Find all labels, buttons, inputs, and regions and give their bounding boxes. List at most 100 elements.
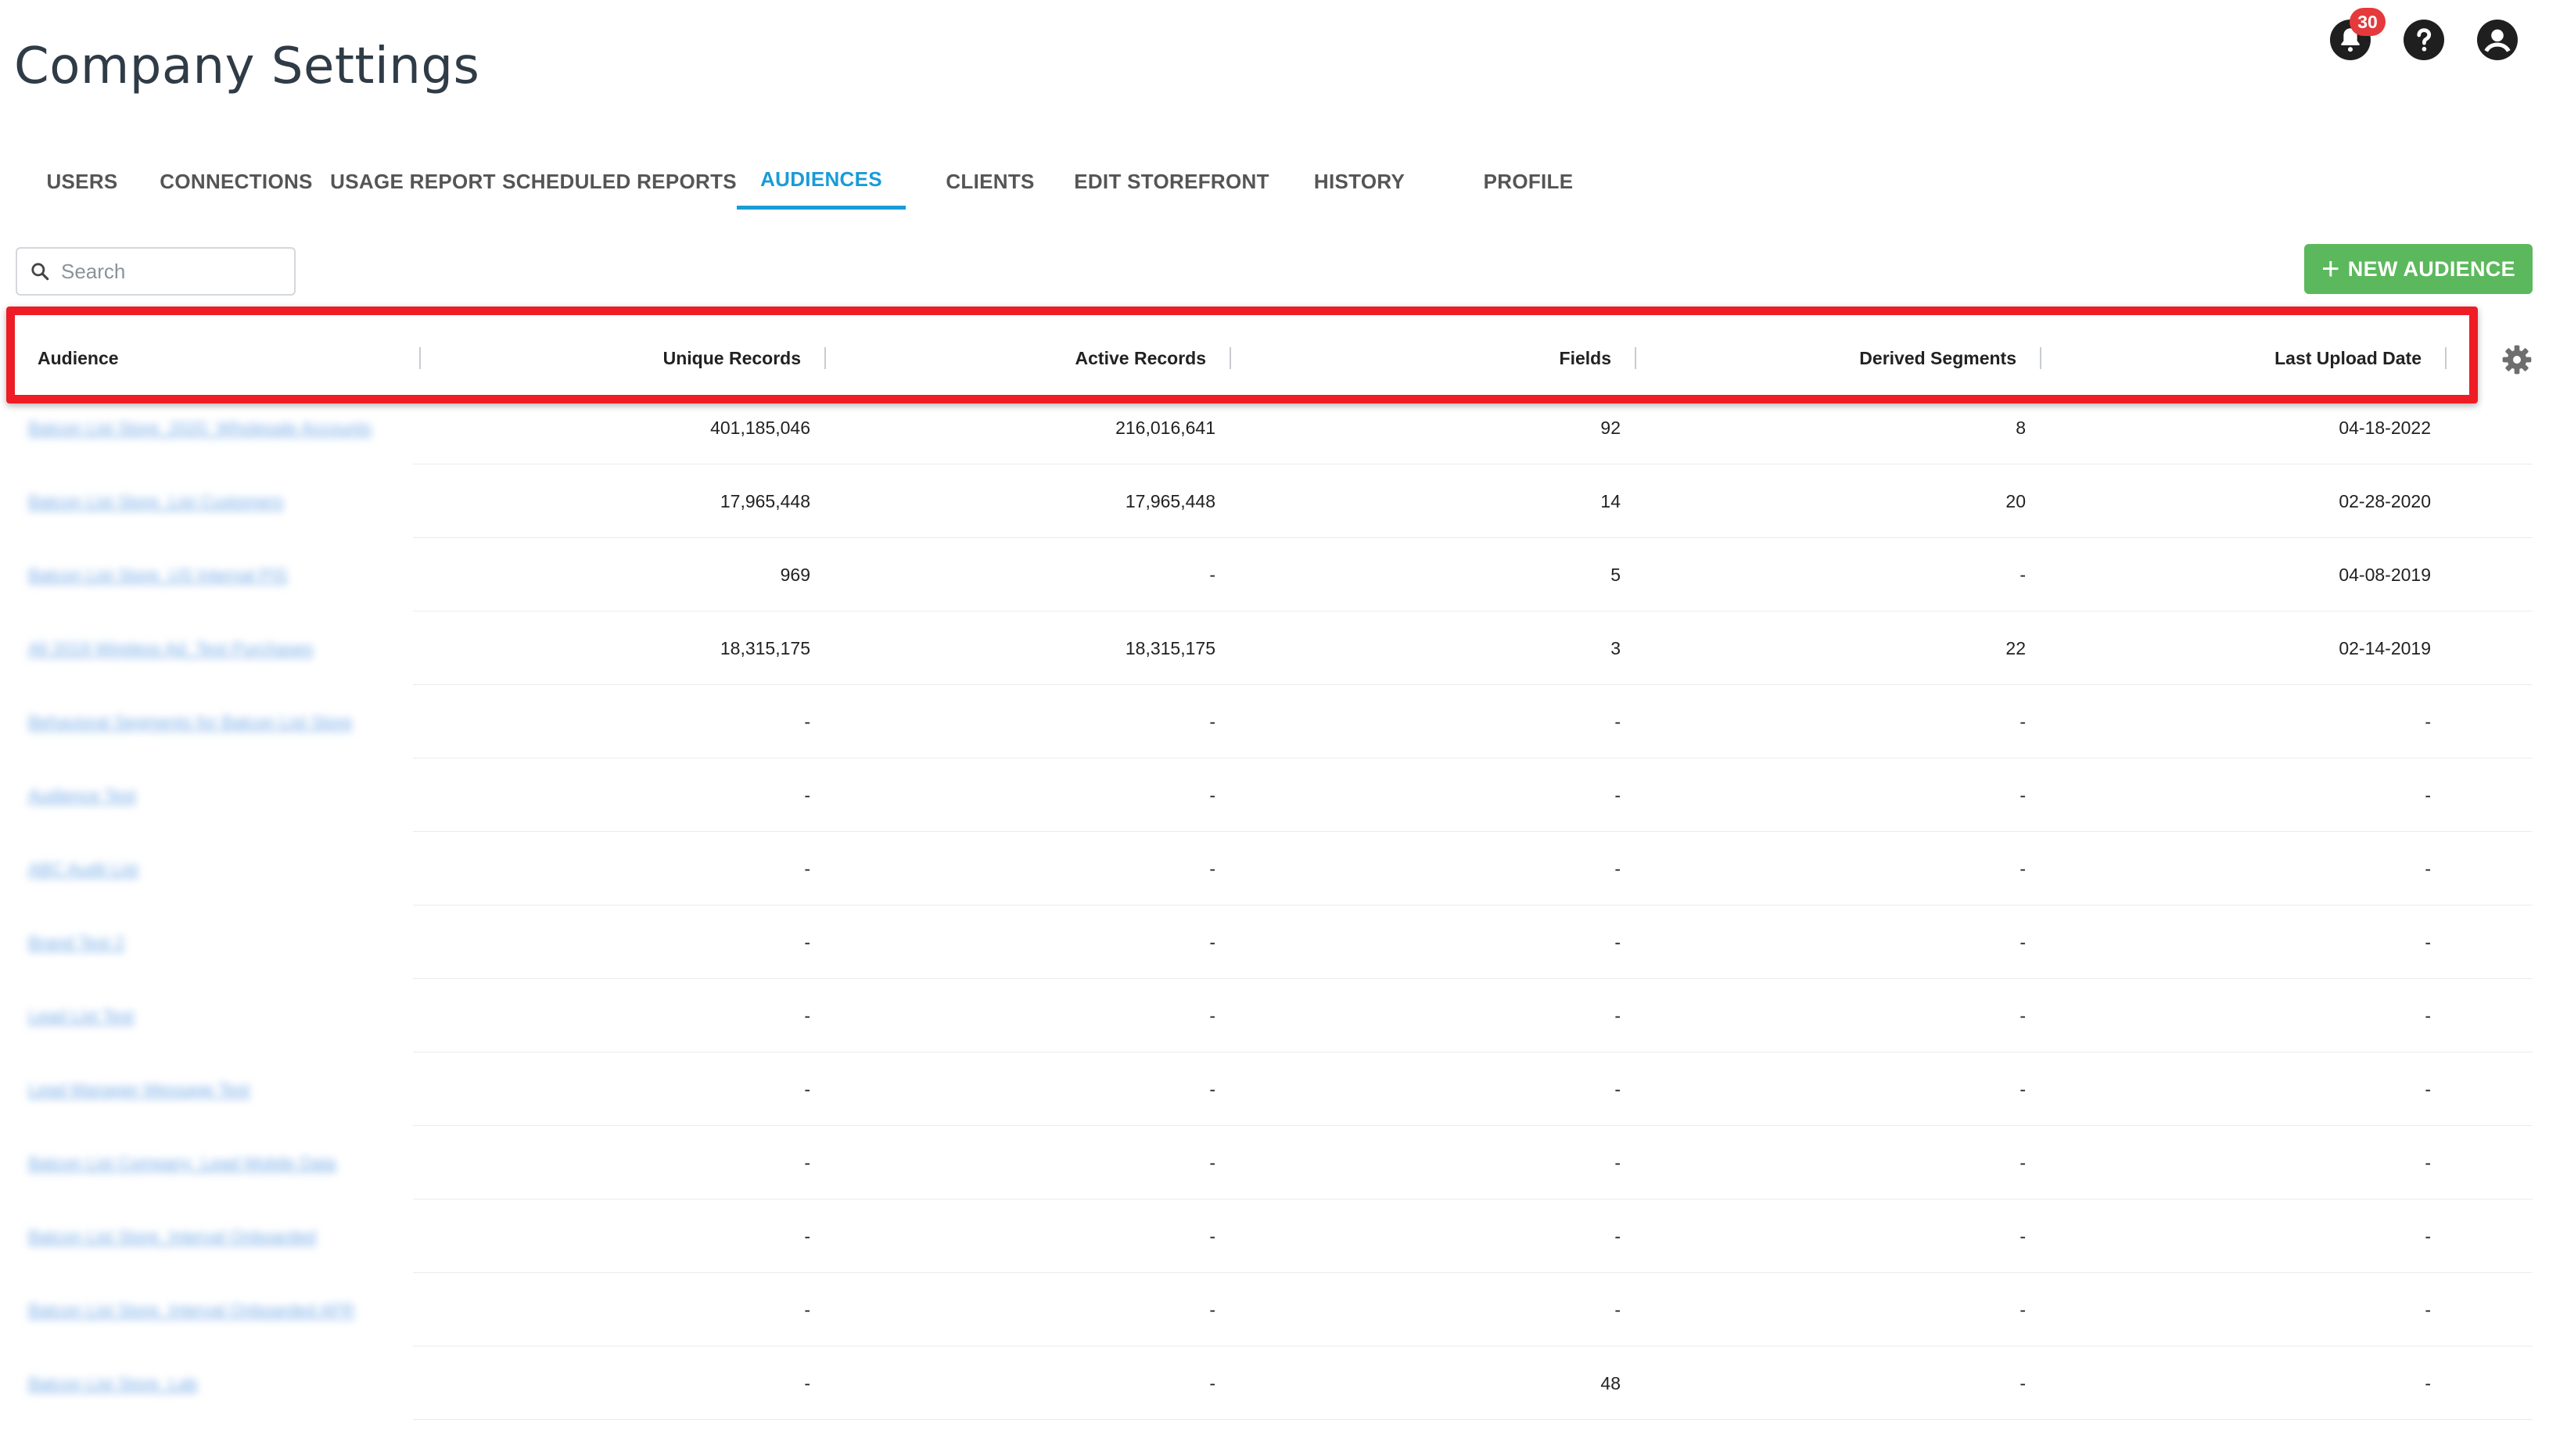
cell-fields: - [1614, 1225, 1621, 1246]
cell-derived: - [2019, 1372, 2026, 1393]
audience-link[interactable]: Batcon List Store_US Internal PIS [28, 565, 287, 585]
audience-link[interactable]: Lead Manager Message Test [28, 1080, 250, 1099]
table-row: Brand Test 2 - - - - - [16, 906, 2533, 979]
tab-clients[interactable]: CLIENTS [906, 153, 1075, 210]
audience-link[interactable]: ABC Audit List [28, 859, 138, 879]
cell-active: - [1209, 784, 1215, 805]
cell-derived: - [2019, 1078, 2026, 1099]
tab-connections[interactable]: CONNECTIONS [149, 153, 324, 210]
cell-unique: - [804, 711, 810, 732]
cell-fields: - [1614, 1299, 1621, 1320]
page-title: Company Settings [14, 38, 480, 95]
header-highlight-box [6, 307, 2478, 403]
cell-unique: 18,315,175 [720, 637, 810, 658]
audience-link[interactable]: Batcon List Store_2020_Wholesale Account… [28, 418, 372, 438]
cell-unique: 969 [780, 564, 810, 585]
cell-date: - [2425, 1225, 2431, 1246]
account-button[interactable] [2475, 17, 2520, 63]
table-row: Batcon List Store_Interval Onboarded AFR… [16, 1273, 2533, 1347]
cell-active: 17,965,448 [1125, 490, 1215, 511]
cell-active: - [1209, 1005, 1215, 1026]
tab-profile[interactable]: PROFILE [1450, 153, 1607, 210]
audience-link[interactable]: Batcon List Store_Interval Onboarded [28, 1227, 316, 1246]
table-row: Batcon List Store_Lab - - 48 - - [16, 1347, 2533, 1420]
cell-active: - [1209, 1078, 1215, 1099]
table-body: Batcon List Store_2020_Wholesale Account… [16, 391, 2533, 1420]
audience-name-cell: Audience Test [16, 785, 421, 806]
audience-name-cell: Batcon List Store_List Customers [16, 491, 421, 512]
audience-name-cell: Batcon List Store_2020_Wholesale Account… [16, 418, 421, 439]
table-row: Batcon List Store_US Internal PIS 969 - 5 - 0… [16, 538, 2533, 611]
cell-derived: - [2019, 1225, 2026, 1246]
cell-derived: 8 [2016, 417, 2026, 438]
cell-fields: - [1614, 784, 1621, 805]
gear-icon[interactable] [2501, 344, 2533, 375]
cell-date: 02-28-2020 [2339, 490, 2431, 511]
audience-link[interactable]: Batcon List Company_Lead Mobile Data [28, 1153, 336, 1173]
audience-link[interactable]: Batcon List Store_Interval Onboarded AFR [28, 1300, 354, 1320]
cell-unique: 17,965,448 [720, 490, 810, 511]
cell-fields: 3 [1610, 637, 1621, 658]
cell-active: - [1209, 931, 1215, 952]
tab-audiences[interactable]: AUDIENCES [737, 153, 906, 210]
notifications-button[interactable]: 30 [2328, 8, 2386, 63]
cell-fields: - [1614, 858, 1621, 879]
audience-name-cell: Brand Test 2 [16, 932, 421, 953]
cell-date: 04-08-2019 [2339, 564, 2431, 585]
audience-link[interactable]: Lead List Test [28, 1006, 134, 1026]
audience-link[interactable]: Audience Test [28, 786, 136, 805]
cell-date: - [2425, 1005, 2431, 1026]
audience-name-cell: Batcon List Store_Lab [16, 1373, 421, 1394]
tab-users[interactable]: USERS [16, 153, 149, 210]
table-row: All 2019 Wireless Ad_Test Purchases 18,31… [16, 611, 2533, 685]
cell-derived: - [2019, 564, 2026, 585]
table-row: Lead List Test - - - - - [16, 979, 2533, 1053]
cell-fields: 14 [1600, 490, 1621, 511]
audience-name-cell: Batcon List Store_US Internal PIS [16, 565, 421, 586]
cell-active: - [1209, 564, 1215, 585]
cell-date: 04-18-2022 [2339, 417, 2431, 438]
settings-tabs: USERS CONNECTIONS USAGE REPORT SCHEDULED RE… [16, 153, 1607, 210]
cell-date: - [2425, 931, 2431, 952]
table-row: Batcon List Store_Interval Onboarded - - - -… [16, 1200, 2533, 1273]
cell-active: 216,016,641 [1115, 417, 1215, 438]
table-row: Batcon List Company_Lead Mobile Data - - - -… [16, 1126, 2533, 1200]
new-audience-button[interactable]: + NEW AUDIENCE [2304, 244, 2533, 294]
audience-name-cell: ABC Audit List [16, 859, 421, 880]
table-row: Behavioral Segments for Batcon List Stor… [16, 685, 2533, 758]
user-account-icon [2477, 20, 2518, 60]
cell-date: - [2425, 1152, 2431, 1173]
audience-link[interactable]: Behavioral Segments for Batcon List Stor… [28, 712, 353, 732]
cell-active: 18,315,175 [1125, 637, 1215, 658]
cell-unique: - [804, 1078, 810, 1099]
help-button[interactable] [2401, 17, 2447, 63]
cell-derived: - [2019, 858, 2026, 879]
tab-edit-storefront[interactable]: EDIT STOREFRONT [1074, 153, 1269, 210]
audience-link[interactable]: Batcon List Store_Lab [28, 1374, 197, 1393]
cell-derived: 22 [2005, 637, 2026, 658]
audiences-table: Audience Unique Records Active Records F… [16, 325, 2533, 1420]
cell-date: - [2425, 1299, 2431, 1320]
audience-name-cell: Lead List Test [16, 1006, 421, 1027]
cell-unique: - [804, 1372, 810, 1393]
cell-unique: - [804, 1299, 810, 1320]
search-input[interactable] [59, 258, 282, 285]
tab-usage-report[interactable]: USAGE REPORT [324, 153, 502, 210]
table-row: ABC Audit List - - - - - [16, 832, 2533, 906]
audience-name-cell: Behavioral Segments for Batcon List Stor… [16, 712, 421, 733]
new-audience-label: NEW AUDIENCE [2347, 256, 2515, 281]
audience-name-cell: Batcon List Store_Interval Onboarded AFR [16, 1300, 421, 1321]
audience-link[interactable]: Batcon List Store_List Customers [28, 492, 283, 511]
cell-derived: - [2019, 1299, 2026, 1320]
audience-name-cell: All 2019 Wireless Ad_Test Purchases [16, 638, 421, 659]
search-box[interactable] [16, 247, 296, 296]
cell-derived: - [2019, 1152, 2026, 1173]
tab-scheduled-reports[interactable]: SCHEDULED REPORTS [502, 153, 737, 210]
tab-history[interactable]: HISTORY [1269, 153, 1450, 210]
cell-fields: - [1614, 711, 1621, 732]
search-icon [31, 263, 49, 281]
audience-link[interactable]: All 2019 Wireless Ad_Test Purchases [28, 639, 313, 658]
audience-name-cell: Lead Manager Message Test [16, 1079, 421, 1100]
cell-date: - [2425, 858, 2431, 879]
audience-link[interactable]: Brand Test 2 [28, 933, 124, 952]
